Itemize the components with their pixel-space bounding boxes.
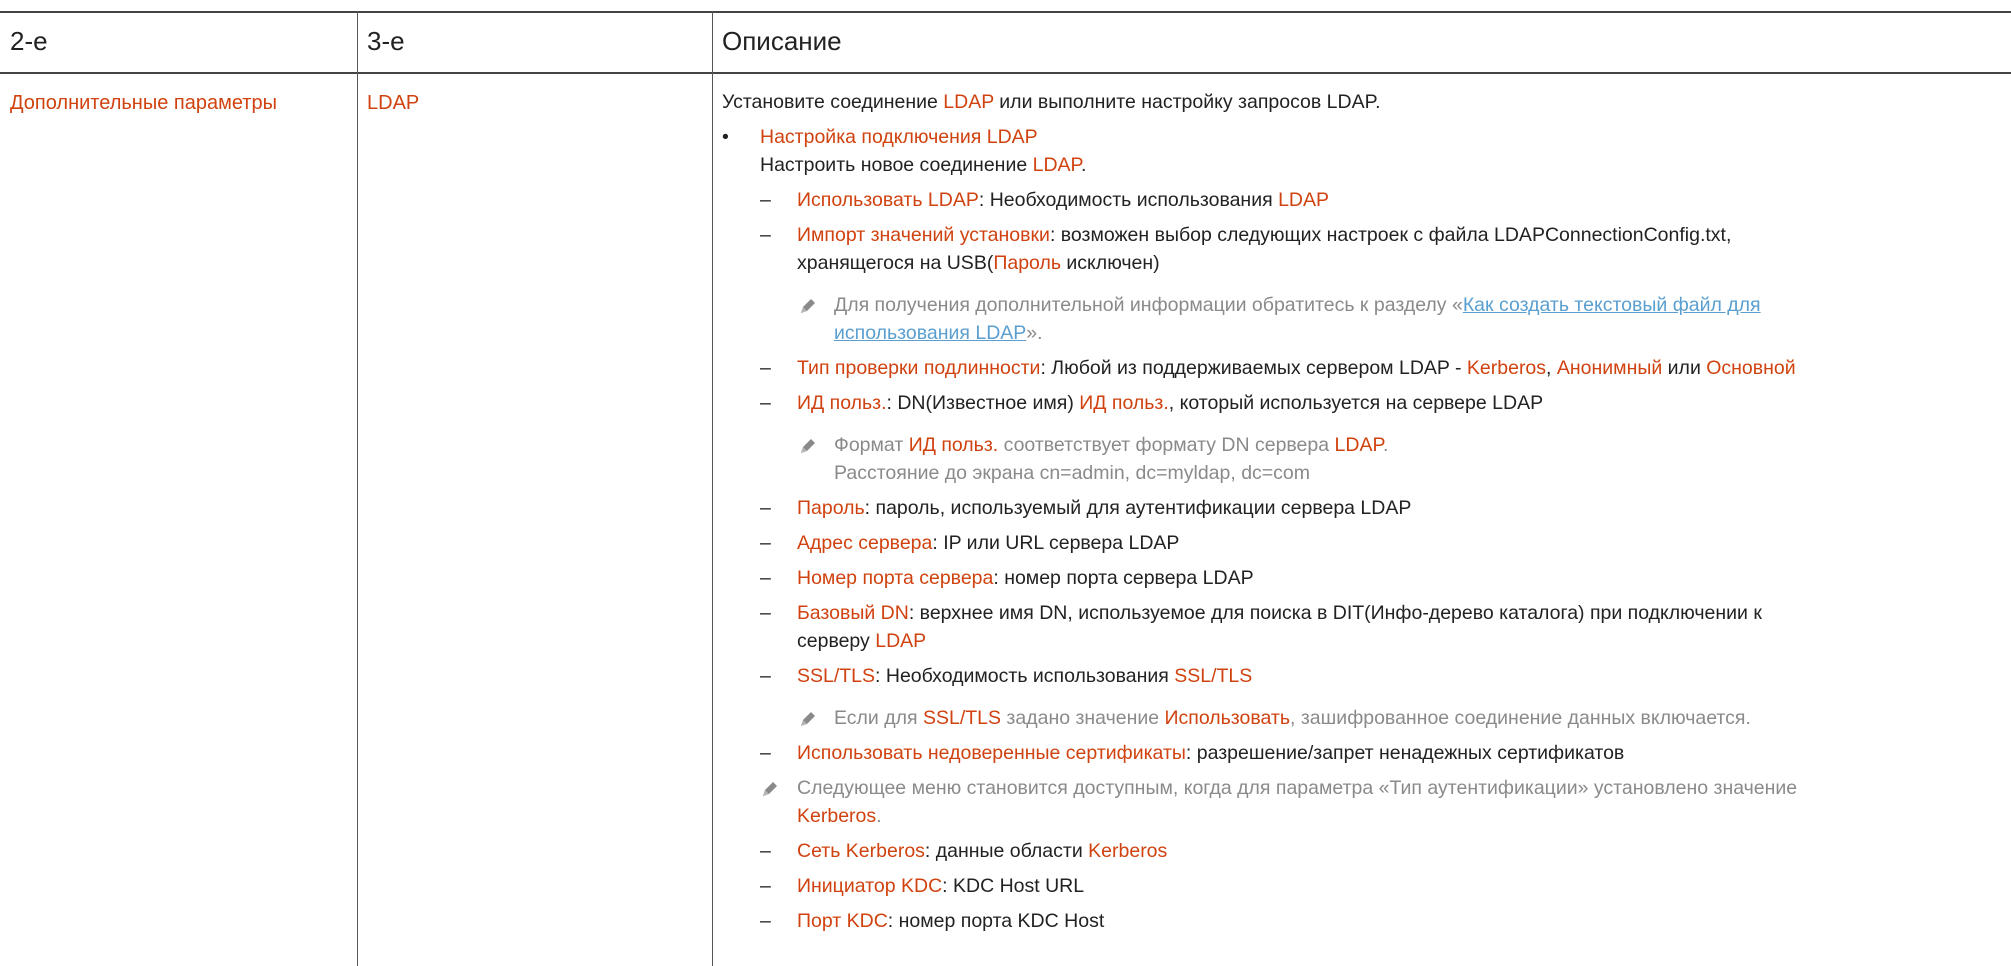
item-use-ldap: – Использовать LDAP: Необходимость исполь… <box>722 186 2002 214</box>
item-user-id: – ИД польз.: DN(Известное имя) ИД польз.,… <box>722 389 2002 417</box>
dash-icon: – <box>760 392 771 414</box>
pencil-icon <box>801 439 815 453</box>
dash-icon: – <box>760 224 771 246</box>
note-ssl: Если для SSL/TLS задано значение Использ… <box>722 704 2002 732</box>
bullet-ldap-setup: • Настройка подключения LDAP Настроить н… <box>722 123 2002 179</box>
item-base-dn: – Базовый DN: верхнее имя DN, используем… <box>722 599 2002 655</box>
pencil-icon <box>801 299 815 313</box>
dash-icon: – <box>760 567 771 589</box>
note-user-id: Формат ИД польз. соответствует формату D… <box>722 431 2002 487</box>
column-divider <box>712 11 713 966</box>
column-divider <box>357 11 358 966</box>
item-auth-type: – Тип проверки подлинности: Любой из подд… <box>722 354 2002 382</box>
bullet-title[interactable]: Настройка подключения LDAP <box>760 123 2002 151</box>
item-kdc-port: – Порт KDC: номер порта KDC Host <box>722 907 2002 935</box>
header-level3: 3-е <box>367 26 405 56</box>
header-level2: 2-е <box>10 26 48 56</box>
description-cell: Установите соединение LDAP или выполните… <box>722 88 2002 935</box>
item-kerberos-network: – Сеть Kerberos: данные области Kerberos <box>722 837 2002 865</box>
pencil-icon <box>763 782 777 796</box>
item-kdc-initiator: – Инициатор KDC: KDC Host URL <box>722 872 2002 900</box>
dash-icon: – <box>760 497 771 519</box>
pencil-icon <box>801 712 815 726</box>
item-import: – Импорт значений установки: возможен вы… <box>722 221 2002 277</box>
menu-level2-link[interactable]: Дополнительные параметры <box>10 92 277 115</box>
item-server-port: – Номер порта сервера: номер порта сервер… <box>722 564 2002 592</box>
dash-icon: – <box>760 840 771 862</box>
note-import: Для получения дополнительной информации … <box>722 291 2002 347</box>
item-server-address: – Адрес сервера: IP или URL сервера LDAP <box>722 529 2002 557</box>
dash-icon: – <box>760 875 771 897</box>
note-kerberos: Следующее меню становится доступным, ког… <box>722 774 2002 830</box>
link-text-file-2[interactable]: использования LDAP <box>834 322 1026 344</box>
dash-icon: – <box>760 665 771 687</box>
dash-icon: – <box>760 357 771 379</box>
table-header-rule <box>0 72 2011 74</box>
dash-icon: – <box>760 742 771 764</box>
link-text-file[interactable]: Как создать текстовый файл для <box>1463 294 1761 316</box>
menu-level3-link[interactable]: LDAP <box>367 92 419 115</box>
dash-icon: – <box>760 602 771 624</box>
table-top-rule <box>0 11 2011 13</box>
intro-text: Установите соединение LDAP или выполните… <box>722 91 1381 113</box>
item-ssl-tls: – SSL/TLS: Необходимость использования SS… <box>722 662 2002 690</box>
manual-page: 2-е 3-е Описание Дополнительные параметр… <box>0 0 2011 966</box>
header-description: Описание <box>722 26 842 56</box>
dash-icon: – <box>760 532 771 554</box>
item-password: – Пароль: пароль, используемый для аутент… <box>722 494 2002 522</box>
item-untrusted-certs: – Использовать недоверенные сертификаты: … <box>722 739 2002 767</box>
dash-icon: – <box>760 910 771 932</box>
bullet-icon: • <box>722 126 729 148</box>
dash-icon: – <box>760 189 771 211</box>
